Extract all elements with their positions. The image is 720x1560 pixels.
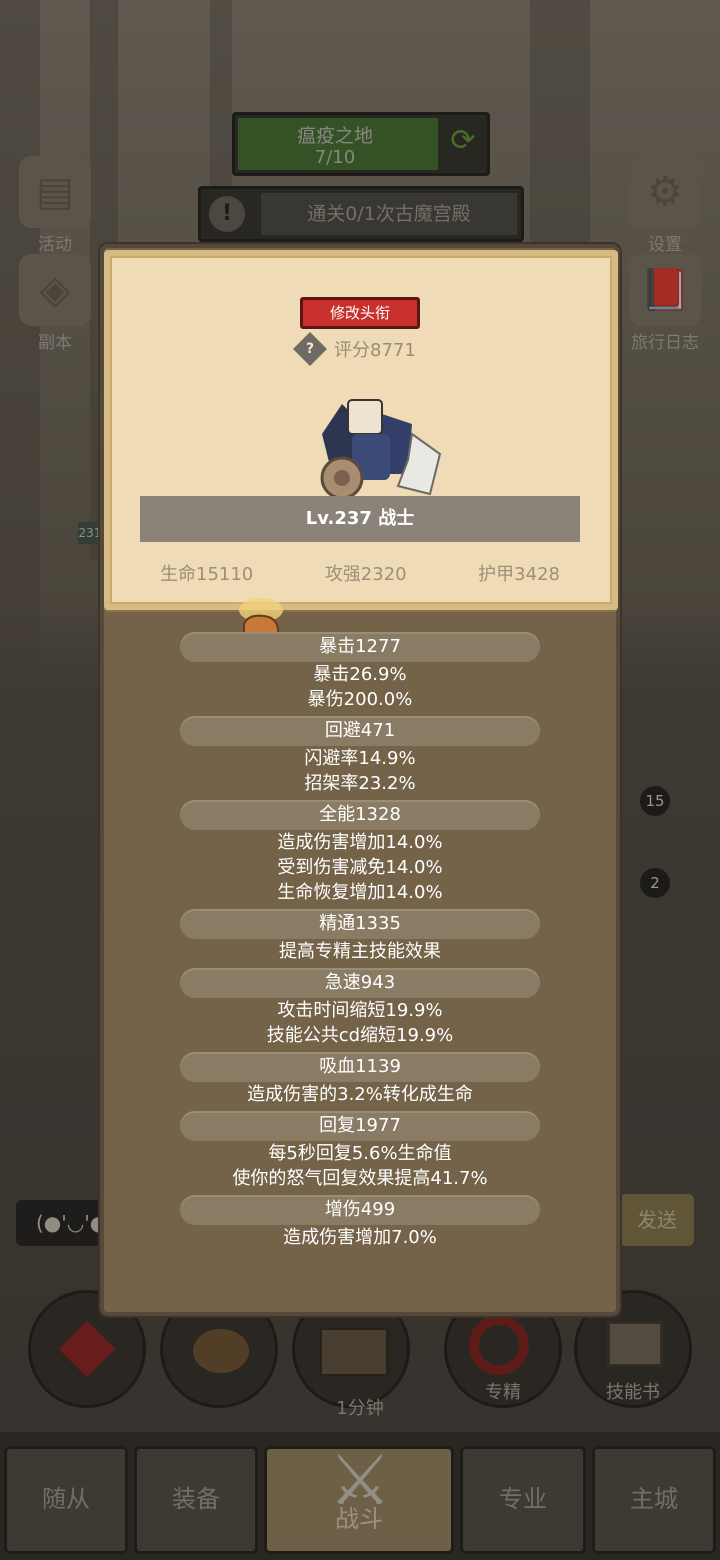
- stat-line: 造成伤害增加7.0%: [283, 1227, 437, 1248]
- score-text: 评分8771: [334, 340, 416, 361]
- stat-header-mastery: 精通1335: [180, 909, 540, 939]
- help-icon[interactable]: ?: [293, 332, 327, 366]
- base-stats: 生命15110 攻强2320 护甲3428: [130, 560, 590, 586]
- edit-title-button[interactable]: 修改头衔: [300, 297, 420, 329]
- stat-header-haste: 急速943: [180, 968, 540, 998]
- stat-header-lifesteal: 吸血1139: [180, 1052, 540, 1082]
- stat-line: 闪避率14.9%: [304, 748, 416, 769]
- secondary-stats-list: 暴击1277 暴击26.9% 暴伤200.0% 回避471 闪避率14.9% 招…: [180, 632, 540, 1250]
- warrior-character-sprite: [320, 399, 442, 500]
- stat-line: 每5秒回复5.6%生命值: [268, 1143, 452, 1164]
- stat-header-regen: 回复1977: [180, 1111, 540, 1141]
- stat-line: 使你的怒气回复效果提高41.7%: [232, 1168, 488, 1189]
- stat-line: 造成伤害增加14.0%: [277, 832, 443, 853]
- hp-stat: 生命15110: [160, 564, 254, 585]
- stat-line: 技能公共cd缩短19.9%: [266, 1025, 454, 1046]
- level-class-band: Lv.237 战士: [140, 496, 580, 542]
- stat-line: 生命恢复增加14.0%: [277, 882, 443, 903]
- stat-line: 造成伤害的3.2%转化成生命: [247, 1084, 473, 1105]
- stat-header-avoidance: 回避471: [180, 716, 540, 746]
- stat-line: 受到伤害减免14.0%: [277, 857, 443, 878]
- score-row: ? 评分8771: [293, 332, 416, 366]
- stat-line: 暴击26.9%: [313, 664, 407, 685]
- stat-line: 招架率23.2%: [304, 773, 416, 794]
- stat-line: 提高专精主技能效果: [279, 941, 441, 962]
- stat-line: 攻击时间缩短19.9%: [277, 1000, 443, 1021]
- attack-stat: 攻强2320: [324, 564, 407, 585]
- stat-header-damage-bonus: 增伤499: [180, 1195, 540, 1225]
- stat-line: 暴伤200.0%: [307, 689, 413, 710]
- stat-header-versatility: 全能1328: [180, 800, 540, 830]
- armor-stat: 护甲3428: [478, 564, 560, 585]
- stat-header-crit: 暴击1277: [180, 632, 540, 662]
